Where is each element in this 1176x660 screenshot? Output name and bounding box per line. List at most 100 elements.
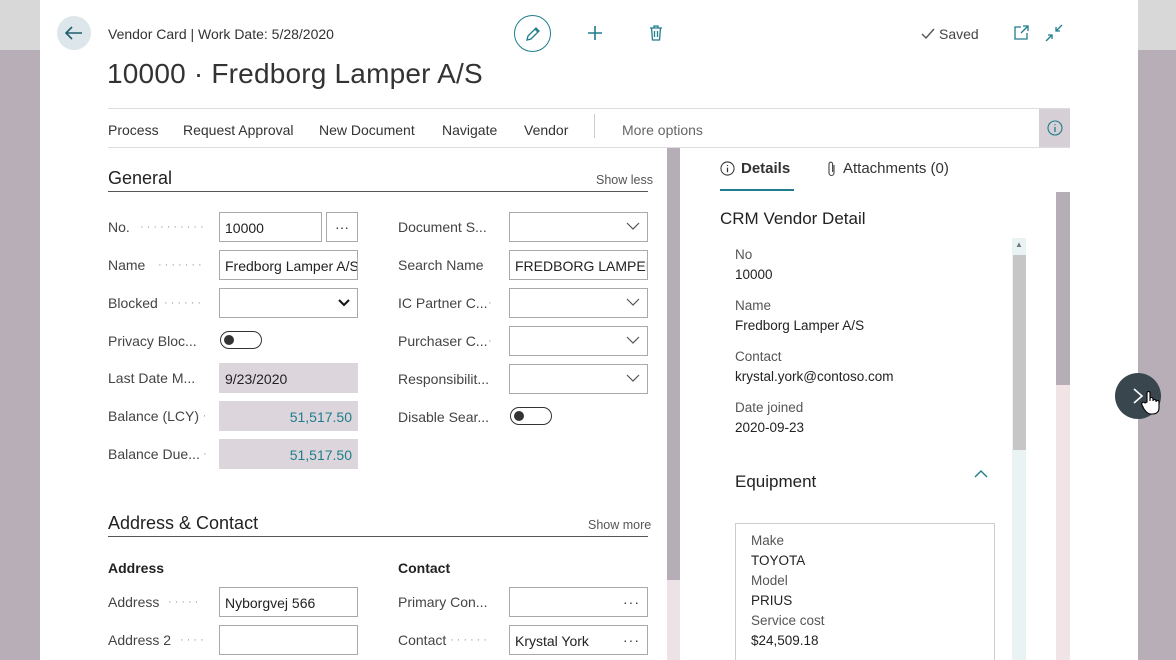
section-title-general: General <box>108 168 173 188</box>
field-label-disable-search: Disable Sear... <box>398 409 490 425</box>
paperclip-icon <box>828 161 835 176</box>
vendor-card-page: Vendor Card | Work Date: 5/28/2020 10000… <box>40 0 1138 660</box>
leader-dots: ······· <box>158 259 205 271</box>
delete-button[interactable] <box>646 22 666 44</box>
collapse-button[interactable] <box>1045 24 1063 42</box>
purchaser-code-select[interactable] <box>509 326 648 356</box>
leader-dots: ···· <box>180 634 207 646</box>
action-navigate[interactable]: Navigate <box>442 122 497 138</box>
fb-label-no: No <box>735 247 753 262</box>
eq-value-service-cost: $24,509.18 <box>751 633 819 648</box>
assist-edit-icon[interactable]: ··· <box>623 632 640 648</box>
tab-attachments[interactable]: Attachments (0) <box>827 160 949 177</box>
popout-icon <box>1014 25 1029 40</box>
field-label-purchaser-code: Purchaser C... <box>398 333 488 349</box>
toggle-factbox-button[interactable] <box>1039 109 1070 147</box>
equipment-card: Make TOYOTA Model PRIUS Service cost $24… <box>735 523 995 660</box>
back-button[interactable] <box>57 16 91 50</box>
leader-dots: ······ <box>450 634 490 646</box>
fb-value-name: Fredborg Lamper A/S <box>735 318 865 333</box>
open-new-window-button[interactable] <box>1012 24 1030 42</box>
fb-value-date-joined: 2020-09-23 <box>735 420 805 435</box>
section-title-address-contact: Address & Contact <box>108 513 259 533</box>
name-field[interactable]: Fredborg Lamper A/S <box>219 250 358 280</box>
no-assist-button[interactable]: ··· <box>326 212 358 242</box>
content-scrollbar-thumb[interactable] <box>667 148 680 580</box>
leader-dots: · <box>488 335 495 347</box>
field-label-privacy-blocked: Privacy Bloc... <box>108 333 197 349</box>
factbox-title: CRM Vendor Detail <box>720 209 866 228</box>
action-new-document[interactable]: New Document <box>319 122 415 138</box>
address-2-field[interactable] <box>219 625 358 655</box>
action-bar: Process Request Approval New Document Na… <box>108 108 1070 148</box>
eq-value-model: PRIUS <box>751 593 793 608</box>
fb-value-no: 10000 <box>735 267 773 282</box>
general-show-less-link[interactable]: Show less <box>596 173 653 187</box>
chevron-up-icon[interactable] <box>973 466 991 480</box>
action-vendor[interactable]: Vendor <box>524 122 568 138</box>
hand-cursor-icon <box>1141 390 1161 416</box>
field-label-name: Name <box>108 257 146 273</box>
address-field[interactable]: Nyborgvej 566 <box>219 587 358 617</box>
new-button[interactable] <box>584 22 606 44</box>
primary-contact-field[interactable]: ··· <box>509 587 648 617</box>
document-sending-select[interactable] <box>509 212 648 242</box>
field-label-search-name: Search Name <box>398 257 484 273</box>
tab-details-label: Details <box>741 160 791 177</box>
tab-attachments-label: Attachments (0) <box>843 160 949 177</box>
responsibility-center-select[interactable] <box>509 364 648 394</box>
field-label-address: Address <box>108 594 160 610</box>
section-divider <box>108 191 648 192</box>
field-label-contact: Contact <box>398 632 447 648</box>
chevron-down-icon <box>626 222 640 230</box>
field-label-balance-lcy: Balance (LCY) <box>108 408 200 424</box>
action-request-approval[interactable]: Request Approval <box>183 122 294 138</box>
checkmark-icon <box>921 28 935 40</box>
info-icon <box>720 161 735 176</box>
assist-edit-icon[interactable]: ··· <box>623 594 640 610</box>
blocked-select[interactable] <box>219 288 358 318</box>
leader-dots: ······ <box>164 297 204 309</box>
field-label-no: No. <box>108 219 130 235</box>
factbox-outer-scrollbar-thumb[interactable] <box>1056 192 1070 385</box>
fb-label-name: Name <box>735 298 772 313</box>
search-name-field[interactable]: FREDBORG LAMPER <box>509 250 648 280</box>
field-label-primary-contact: Primary Con... <box>398 594 488 610</box>
ic-partner-select[interactable] <box>509 288 648 318</box>
field-label-ic-partner: IC Partner C... <box>398 295 488 311</box>
field-label-last-date-modified: Last Date M... <box>108 370 196 386</box>
leader-dots: · <box>203 448 210 460</box>
no-field[interactable]: 10000 <box>219 212 322 242</box>
leader-dots: ·········· <box>140 221 207 233</box>
leader-dots: · <box>488 297 495 309</box>
last-date-modified-field: 9/23/2020 <box>219 363 358 393</box>
eq-label-make: Make <box>751 533 785 548</box>
field-label-address-2: Address 2 <box>108 632 172 648</box>
eq-label-service-cost: Service cost <box>751 613 825 628</box>
field-label-responsibility-center: Responsibilit... <box>398 371 490 387</box>
balance-due-field[interactable]: 51,517.50 <box>219 439 358 469</box>
plus-icon <box>588 26 602 40</box>
disable-search-toggle[interactable] <box>510 407 552 425</box>
contact-field[interactable]: Krystal York ··· <box>509 625 648 655</box>
address-show-more-link[interactable]: Show more <box>588 518 651 532</box>
toggle-knob <box>514 411 524 421</box>
info-icon <box>1046 120 1063 136</box>
action-process[interactable]: Process <box>108 122 159 138</box>
factbox-scrollbar-thumb[interactable] <box>1013 255 1026 450</box>
leader-dots: ····· <box>168 596 202 608</box>
chevron-down-icon <box>626 298 640 306</box>
field-label-blocked: Blocked <box>108 295 158 311</box>
page-caption: Vendor Card | Work Date: 5/28/2020 <box>108 26 334 42</box>
contact-value: Krystal York <box>515 633 589 649</box>
page-title: 10000 · Fredborg Lamper A/S <box>107 58 483 89</box>
chevron-down-icon <box>338 299 350 307</box>
scroll-up-arrow-icon[interactable]: ▲ <box>1012 240 1026 252</box>
action-more-options[interactable]: More options <box>622 122 703 138</box>
edit-button[interactable] <box>514 15 551 52</box>
field-label-balance-due: Balance Due... <box>108 446 200 462</box>
tab-details[interactable]: Details <box>720 160 790 177</box>
toggle-knob <box>224 335 234 345</box>
privacy-blocked-toggle[interactable] <box>220 331 262 349</box>
balance-lcy-field[interactable]: 51,517.50 <box>219 401 358 431</box>
